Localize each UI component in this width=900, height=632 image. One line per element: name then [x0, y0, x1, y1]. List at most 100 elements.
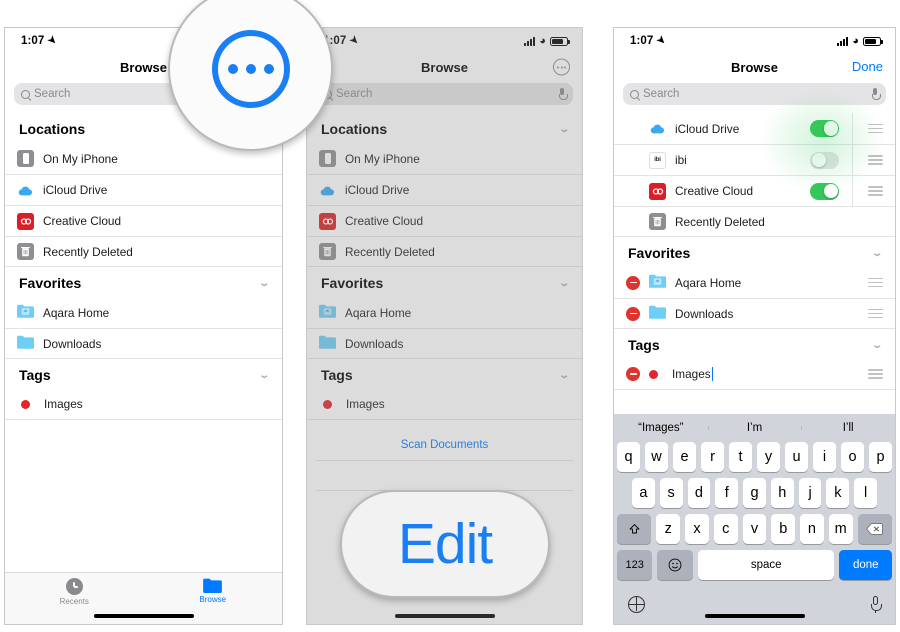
- remove-button[interactable]: [626, 275, 640, 290]
- list-item[interactable]: Recently Deleted: [5, 236, 282, 267]
- remove-button[interactable]: [626, 306, 640, 321]
- toggle-creative-cloud[interactable]: [810, 182, 840, 200]
- prediction-1[interactable]: I’m: [707, 422, 802, 434]
- key-r[interactable]: r: [701, 442, 724, 472]
- key-o[interactable]: o: [841, 442, 864, 472]
- key-s[interactable]: s: [659, 478, 683, 508]
- key-z[interactable]: z: [656, 514, 681, 544]
- chevron-down-icon[interactable]: ⌄: [258, 278, 270, 289]
- microphone-icon[interactable]: [870, 596, 882, 613]
- reorder-handle-icon[interactable]: [868, 277, 883, 288]
- edit-list-item[interactable]: Aqara Home: [614, 267, 895, 298]
- key-m[interactable]: m: [828, 514, 853, 544]
- backspace-icon[interactable]: [857, 514, 892, 544]
- key-a[interactable]: a: [631, 478, 655, 508]
- section-header-tags[interactable]: Tags ⌄: [307, 359, 582, 389]
- key-c[interactable]: c: [713, 514, 738, 544]
- key-h[interactable]: h: [770, 478, 794, 508]
- key-q[interactable]: q: [617, 442, 640, 472]
- key-n[interactable]: n: [800, 514, 824, 544]
- edit-list-item[interactable]: ibi ibi: [614, 144, 895, 175]
- key-v[interactable]: v: [742, 514, 767, 544]
- list-item[interactable]: Downloads: [307, 328, 582, 359]
- list-item[interactable]: Recently Deleted: [307, 236, 582, 267]
- emoji-icon[interactable]: [657, 550, 693, 580]
- key-u[interactable]: u: [785, 442, 808, 472]
- list-item[interactable]: Aqara Home: [5, 297, 282, 328]
- list-item-label: Creative Cloud: [345, 214, 424, 228]
- tab-recents[interactable]: Recents: [5, 578, 144, 606]
- list-item[interactable]: iCloud Drive: [5, 174, 282, 205]
- key-e[interactable]: e: [673, 442, 696, 472]
- key-x[interactable]: x: [685, 514, 709, 544]
- list-item[interactable]: Creative Cloud: [307, 205, 582, 236]
- edit-list-item[interactable]: iCloud Drive: [614, 113, 895, 144]
- key-b[interactable]: b: [771, 514, 796, 544]
- shift-icon[interactable]: [617, 514, 652, 544]
- section-header-tags[interactable]: Tags ⌄: [614, 329, 895, 359]
- toggle-ibi[interactable]: [810, 151, 840, 169]
- globe-icon[interactable]: [628, 595, 645, 613]
- key-y[interactable]: y: [757, 442, 780, 472]
- key-k[interactable]: k: [826, 478, 850, 508]
- on-screen-keyboard: “Images” I’m I’ll q w e r t y u i o p a …: [614, 414, 895, 624]
- search-input[interactable]: Search: [623, 83, 886, 105]
- section-header-locations[interactable]: Locations ⌄: [307, 113, 582, 143]
- list-item[interactable]: Aqara Home: [307, 297, 582, 328]
- list-item[interactable]: Images: [5, 389, 282, 420]
- microphone-icon[interactable]: [871, 88, 881, 100]
- key-t[interactable]: t: [729, 442, 752, 472]
- numbers-key[interactable]: 123: [617, 550, 653, 580]
- key-j[interactable]: j: [798, 478, 822, 508]
- scan-documents-button[interactable]: Scan Documents: [316, 430, 573, 460]
- list-item[interactable]: On My iPhone: [307, 143, 582, 174]
- key-l[interactable]: l: [854, 478, 878, 508]
- more-button[interactable]: [553, 58, 570, 76]
- chevron-down-icon[interactable]: ⌄: [558, 370, 570, 381]
- creative-cloud-icon: [649, 182, 666, 200]
- space-key[interactable]: space: [697, 550, 835, 580]
- chevron-down-icon[interactable]: ⌄: [871, 340, 883, 351]
- chevron-down-icon[interactable]: ⌄: [871, 248, 883, 259]
- return-key[interactable]: done: [839, 550, 892, 580]
- key-g[interactable]: g: [743, 478, 766, 508]
- tag-name-input[interactable]: Images: [672, 367, 713, 381]
- key-i[interactable]: i: [813, 442, 836, 472]
- reorder-handle-icon[interactable]: [868, 369, 883, 379]
- section-header-favorites[interactable]: Favorites ⌄: [5, 267, 282, 297]
- reorder-handle-icon[interactable]: [868, 186, 883, 196]
- done-button[interactable]: Done: [852, 58, 883, 76]
- microphone-icon[interactable]: [558, 88, 568, 100]
- search-input[interactable]: Search: [316, 83, 573, 105]
- section-header-favorites[interactable]: Favorites ⌄: [307, 267, 582, 297]
- key-p[interactable]: p: [869, 442, 892, 472]
- prediction-0[interactable]: “Images”: [614, 422, 708, 434]
- list-item[interactable]: Creative Cloud: [5, 205, 282, 236]
- more-ellipsis-icon[interactable]: [553, 58, 570, 76]
- section-header-tags[interactable]: Tags ⌄: [5, 359, 282, 389]
- list-item[interactable]: Images: [307, 389, 582, 420]
- red-tag-dot-icon: [323, 399, 332, 409]
- list-item[interactable]: Downloads: [5, 328, 282, 359]
- remove-button[interactable]: [626, 367, 640, 381]
- reorder-handle-icon[interactable]: [868, 308, 883, 319]
- reorder-handle-icon[interactable]: [868, 123, 883, 134]
- reorder-handle-icon[interactable]: [868, 155, 883, 165]
- chevron-down-icon[interactable]: ⌄: [258, 370, 270, 381]
- chevron-down-icon[interactable]: ⌄: [558, 124, 570, 135]
- action-card-row[interactable]: [316, 460, 573, 490]
- key-d[interactable]: d: [687, 478, 711, 508]
- key-f[interactable]: f: [715, 478, 739, 508]
- edit-list-item[interactable]: Creative Cloud: [614, 175, 895, 206]
- edit-list-item[interactable]: Recently Deleted: [614, 206, 895, 237]
- edit-list-item[interactable]: Downloads: [614, 298, 895, 329]
- location-arrow-icon: ➤: [654, 33, 669, 48]
- chevron-down-icon[interactable]: ⌄: [558, 278, 570, 289]
- section-header-favorites[interactable]: Favorites ⌄: [614, 237, 895, 267]
- edit-list-item[interactable]: Images: [614, 359, 895, 390]
- toggle-icloud-drive[interactable]: [810, 120, 840, 137]
- key-w[interactable]: w: [645, 442, 668, 472]
- list-item[interactable]: iCloud Drive: [307, 174, 582, 205]
- prediction-2[interactable]: I’ll: [801, 422, 895, 434]
- tab-browse[interactable]: Browse: [144, 578, 283, 604]
